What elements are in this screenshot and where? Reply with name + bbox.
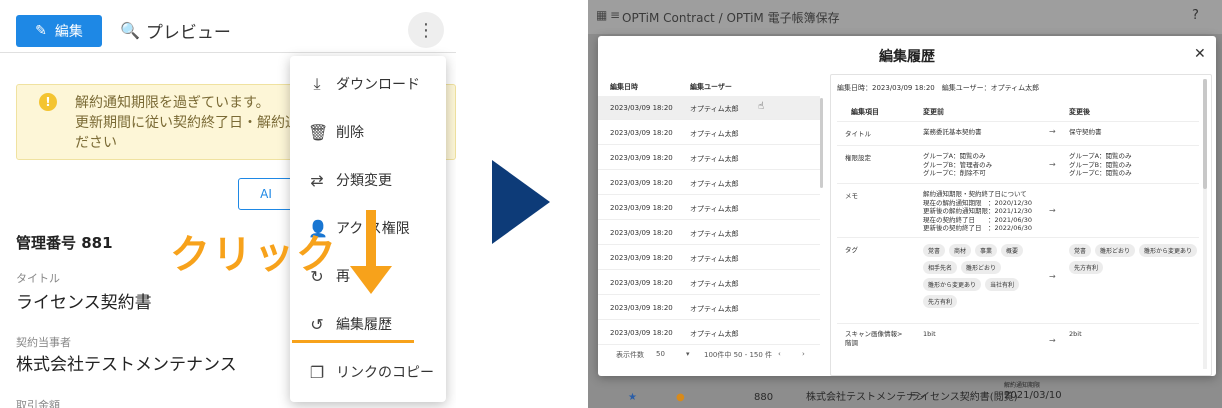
party-label: 契約当事者	[16, 336, 71, 349]
divider	[0, 52, 456, 53]
amount-label: 取引金額	[16, 399, 60, 408]
background-table-row: ★ ● 880 株式会社テストメンテナン ライセンス契約書(閲覧) 解約通知期限…	[628, 382, 1062, 403]
click-annotation: クリック	[170, 232, 338, 278]
list-item[interactable]: 2023/03/09 18:20 オプティム太郎 ☝	[598, 96, 820, 120]
tag-chip: 事業	[975, 244, 998, 257]
tag-chip: 商材	[949, 244, 972, 257]
ai-button[interactable]: AI	[238, 178, 294, 210]
tags-before: 覚書 商材 事業 概要 相手先名 雛形どおり 雛形から変更あり 当社有利 先方有…	[923, 244, 1033, 308]
title-label: タイトル	[16, 272, 60, 285]
pencil-icon: ✎	[35, 23, 47, 39]
arrow-right-icon: →	[1049, 272, 1056, 281]
hamburger-icon[interactable]: ≡	[610, 8, 620, 22]
modal-title: 編集履歴	[879, 49, 935, 65]
tag-chip: 先方有利	[1069, 261, 1104, 274]
edit-history-modal: 編集履歴 ✕ 編集日時 編集ユーザー 2023/03/09 18:20 オプティ…	[598, 36, 1216, 376]
tag-chip: 雛形から変更あり	[1139, 244, 1198, 257]
list-item[interactable]: 2023/03/09 18:20 オプティム太郎	[598, 146, 820, 170]
tag-chip: 覚書	[1069, 244, 1092, 257]
swap-icon: ⇄	[310, 170, 324, 190]
list-item[interactable]: 2023/03/09 18:20 オプティム太郎	[598, 246, 820, 270]
history-detail: 編集日時：2023/03/09 18:20 編集ユーザー：オプティム太郎 編集項…	[830, 74, 1212, 376]
col-after: 変更後	[1069, 108, 1090, 116]
list-header-user: 編集ユーザー	[690, 83, 732, 91]
edit-history-screen: ▦ ≡ OPTiM Contract / OPTiM 電子帳簿保存 ? ★ ● …	[588, 0, 1222, 408]
warning-icon: !	[39, 93, 57, 111]
trash-icon: 🗑	[308, 122, 329, 142]
detail-row-permission: 権限設定 グループA：閲覧のみ グループB：管理者のみ グループC：削除不可 →…	[837, 145, 1199, 183]
star-icon: ★	[628, 392, 637, 403]
list-item[interactable]: 2023/03/09 18:20 オプティム太郎	[598, 321, 820, 345]
tag-chip: 覚書	[923, 244, 946, 257]
menu-item-delete[interactable]: 🗑 削除	[290, 108, 446, 156]
list-item[interactable]: 2023/03/09 18:20 オプティム太郎	[598, 196, 820, 220]
warning-icon: ●	[676, 392, 685, 403]
menu-item-change-category[interactable]: ⇄ 分類変更	[290, 156, 446, 204]
grid-icon[interactable]: ▦	[596, 8, 607, 22]
col-field: 編集項目	[851, 108, 879, 116]
list-item[interactable]: 2023/03/09 18:20 オプティム太郎	[598, 271, 820, 295]
tag-chip: 雛形どおり	[1095, 244, 1136, 257]
preview-icon: 🔍	[120, 21, 140, 40]
edit-button[interactable]: ✎ 編集	[16, 15, 102, 47]
list-item[interactable]: 2023/03/09 18:20 オプティム太郎	[598, 171, 820, 195]
list-item[interactable]: 2023/03/09 18:20 オプティム太郎	[598, 296, 820, 320]
left-panel: ✎ 編集 🔍 プレビュー ⋮ ! 解約通知期限を過ぎています。 更新期間に従い契…	[0, 0, 456, 408]
arrow-right-icon: →	[1049, 127, 1056, 136]
more-menu-button[interactable]: ⋮	[408, 12, 444, 48]
col-before: 変更前	[923, 108, 944, 116]
tag-chip: 先方有利	[923, 295, 958, 308]
tags-after: 覚書 雛形どおり 雛形から変更あり 先方有利	[1069, 244, 1199, 274]
tag-chip: 雛形どおり	[961, 261, 1002, 274]
edit-button-label: 編集	[54, 24, 83, 40]
download-icon: ⤓	[313, 74, 321, 93]
next-page-icon[interactable]: ›	[802, 350, 805, 358]
list-header-date: 編集日時	[610, 83, 638, 91]
highlight-underline	[292, 340, 414, 343]
history-icon: ↺	[310, 314, 324, 334]
menu-item-download[interactable]: ⤓ ダウンロード	[290, 60, 446, 108]
list-item[interactable]: 2023/03/09 18:20 オプティム太郎	[598, 121, 820, 145]
tag-chip: 相手先名	[923, 261, 958, 274]
chevron-down-icon[interactable]: ▾	[686, 350, 690, 358]
help-icon[interactable]: ?	[1192, 8, 1199, 23]
detail-row-scan: スキャン画像情報> 階調 1bit → 2bit	[837, 323, 1199, 363]
tag-chip: 当社有利	[985, 278, 1020, 291]
detail-row-title: タイトル 業務委託基本契約書 → 保守契約書	[837, 121, 1199, 145]
breadcrumb: OPTiM Contract / OPTiM 電子帳簿保存	[622, 11, 840, 25]
list-scrollbar[interactable]	[820, 98, 823, 188]
arrow-right-icon: →	[1049, 160, 1056, 169]
tag-chip: 概要	[1001, 244, 1024, 257]
down-arrow-head-icon	[350, 266, 392, 294]
list-item[interactable]: 2023/03/09 18:20 オプティム太郎	[598, 221, 820, 245]
ai-icon: AI	[260, 187, 272, 201]
tag-chip: 雛形から変更あり	[923, 278, 982, 291]
prev-page-icon[interactable]: ‹	[778, 350, 781, 358]
preview-button[interactable]: 🔍 プレビュー	[120, 18, 231, 43]
kebab-icon: ⋮	[417, 19, 435, 41]
down-arrow-icon	[366, 210, 376, 272]
arrow-right-icon: →	[1049, 206, 1056, 215]
party-value: 株式会社テストメンテナンス	[16, 355, 237, 375]
detail-header: 編集日時：2023/03/09 18:20 編集ユーザー：オプティム太郎	[837, 84, 1040, 92]
copy-icon: ❐	[309, 362, 325, 382]
history-list: 編集日時 編集ユーザー 2023/03/09 18:20 オプティム太郎 ☝ 2…	[598, 74, 824, 376]
preview-label: プレビュー	[145, 23, 231, 43]
play-arrow-icon	[492, 160, 550, 244]
arrow-right-icon: →	[1049, 336, 1056, 345]
detail-scrollbar-thumb[interactable]	[1203, 79, 1207, 189]
management-number: 管理番号 881	[16, 234, 113, 252]
title-value: ライセンス契約書	[16, 293, 152, 313]
cursor-hand-icon: ☝	[758, 101, 765, 112]
detail-row-memo: メモ 解約通知期限・契約終了日について 現在の解約通知期限 ：2020/12/3…	[837, 183, 1199, 237]
close-icon[interactable]: ✕	[1194, 46, 1206, 62]
detail-row-tags: タグ 覚書 商材 事業 概要 相手先名 雛形どおり 雛形から変更あり 当社有利 …	[837, 237, 1199, 323]
per-page-select[interactable]: 50	[656, 350, 665, 358]
menu-item-copy-link[interactable]: ❐ リンクのコピー	[290, 348, 446, 396]
